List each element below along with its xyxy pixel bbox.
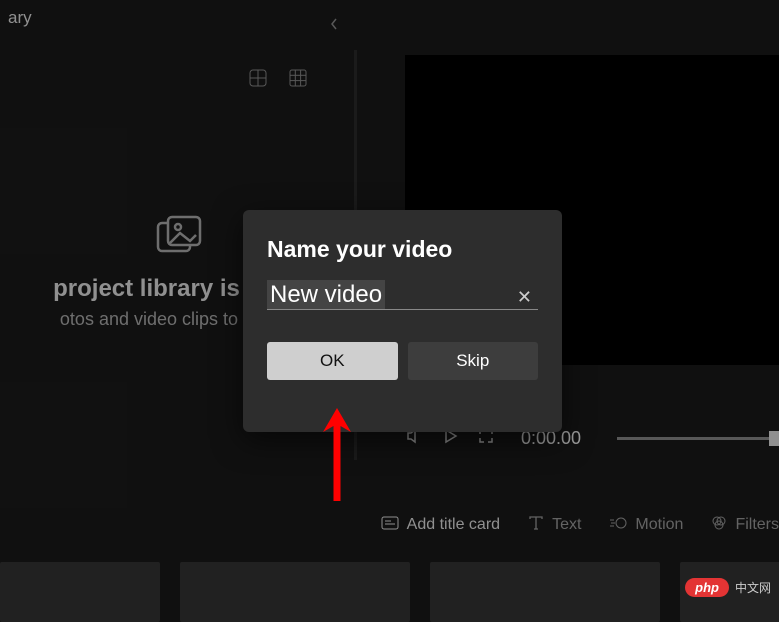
ok-button[interactable]: OK xyxy=(267,342,398,380)
watermark-badge: php xyxy=(685,578,729,597)
watermark-text: 中文网 xyxy=(735,579,771,596)
video-name-input[interactable]: New video xyxy=(267,281,502,309)
skip-button[interactable]: Skip xyxy=(408,342,539,380)
watermark: php 中文网 xyxy=(685,578,771,597)
name-video-dialog: Name your video New video ✕ OK Skip xyxy=(243,210,562,432)
dialog-title: Name your video xyxy=(267,236,538,263)
clear-input-icon[interactable]: ✕ xyxy=(517,287,532,308)
